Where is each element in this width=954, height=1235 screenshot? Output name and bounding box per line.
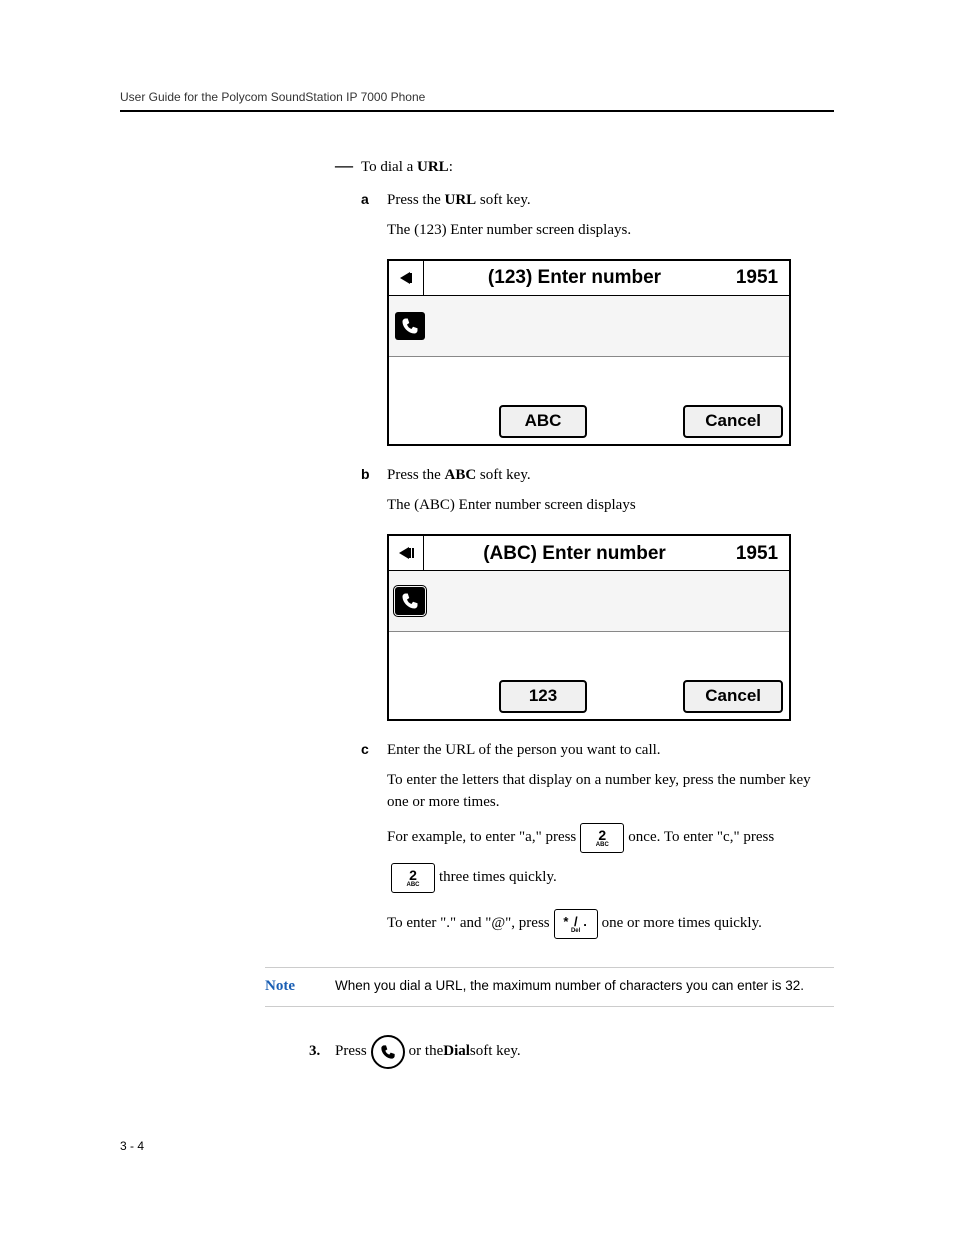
- step-c-ex-mid: once. To enter "c," press: [628, 827, 774, 849]
- handset-icon: [395, 312, 425, 340]
- softkey-123: 123: [499, 680, 587, 713]
- screen1-time: 1951: [725, 264, 789, 292]
- intro-prefix: To dial a: [361, 159, 417, 175]
- step-a-line1-suffix: soft key.: [476, 192, 530, 208]
- step-c-sym-prefix: To enter "." and "@", press: [387, 913, 550, 935]
- key-2: 2 ABC: [391, 863, 435, 893]
- step-a-line2: The (123) Enter number screen displays.: [387, 220, 834, 242]
- step-c-ex-suffix: three times quickly.: [439, 867, 557, 889]
- note-box: Note When you dial a URL, the maximum nu…: [265, 967, 834, 1007]
- step3-bold: Dial: [443, 1041, 470, 1063]
- softkey-cancel: Cancel: [683, 405, 783, 438]
- back-icon: [389, 536, 424, 570]
- step-c: c Enter the URL of the person you want t…: [361, 739, 834, 939]
- screen2-time: 1951: [725, 540, 789, 568]
- back-icon: [389, 261, 424, 295]
- phone-screenshot-2: (ABC) Enter number 1951 123 Cancel: [387, 534, 834, 721]
- softkey-cancel: Cancel: [683, 680, 783, 713]
- step-b-line2: The (ABC) Enter number screen displays: [387, 495, 834, 517]
- key-star: * / . Del: [554, 909, 598, 939]
- step3-prefix: Press: [335, 1041, 367, 1063]
- bullet-row: — To dial a URL:: [335, 152, 834, 179]
- intro-bold: URL: [417, 159, 449, 175]
- step-c-sym-suffix: one or more times quickly.: [602, 913, 762, 935]
- step3-mid: or the: [409, 1041, 444, 1063]
- step-letter: a: [361, 189, 387, 209]
- step-b-line1-prefix: Press the: [387, 467, 445, 483]
- intro-suffix: :: [449, 159, 453, 175]
- handset-icon: [395, 587, 425, 615]
- step-letter: b: [361, 464, 387, 484]
- page-footer: 3 - 4: [120, 1139, 834, 1153]
- key-2: 2 ABC: [580, 823, 624, 853]
- dash-bullet: —: [335, 152, 361, 178]
- step-b-line1-bold: ABC: [445, 467, 477, 483]
- step-b-line1-suffix: soft key.: [476, 467, 530, 483]
- dial-hardkey-icon: [371, 1035, 405, 1069]
- note-label: Note: [265, 976, 335, 998]
- step-letter: c: [361, 739, 387, 759]
- softkey-abc: ABC: [499, 405, 587, 438]
- step-a-line1-bold: URL: [445, 192, 477, 208]
- note-text: When you dial a URL, the maximum number …: [335, 976, 804, 998]
- step-a: a Press the URL soft key. The (123) Ente…: [361, 189, 834, 242]
- step-b: b Press the ABC soft key. The (ABC) Ente…: [361, 464, 834, 517]
- step-a-line1-prefix: Press the: [387, 192, 445, 208]
- phone-screenshot-1: (123) Enter number 1951 ABC Cancel: [387, 259, 834, 446]
- step-c-line1: Enter the URL of the person you want to …: [387, 740, 834, 762]
- step-3: 3. Press or the Dial soft key.: [309, 1035, 834, 1069]
- step3-suffix: soft key.: [470, 1041, 521, 1063]
- step-c-ex-prefix: For example, to enter "a," press: [387, 827, 576, 849]
- page-header: User Guide for the Polycom SoundStation …: [120, 90, 834, 112]
- screen2-title: (ABC) Enter number: [424, 540, 725, 568]
- step-number: 3.: [309, 1041, 335, 1063]
- screen1-title: (123) Enter number: [424, 264, 725, 292]
- step-c-line2: To enter the letters that display on a n…: [387, 770, 834, 814]
